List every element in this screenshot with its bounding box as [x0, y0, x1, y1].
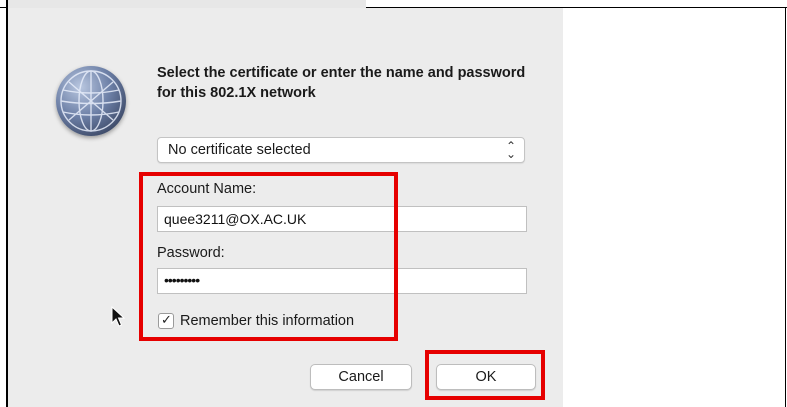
cancel-button[interactable]: Cancel [310, 364, 412, 390]
network-globe-icon [56, 66, 126, 136]
dialog-top-strip [8, 0, 366, 8]
updown-chevron-icon: ⌃ ⌄ [505, 139, 516, 161]
globe-lines-icon [60, 70, 122, 132]
certificate-select[interactable]: No certificate selected ⌃ ⌄ [157, 137, 525, 163]
mouse-pointer-icon [111, 305, 126, 333]
certificate-select-value: No certificate selected [168, 142, 311, 158]
dialog-prompt: Select the certificate or enter the name… [157, 65, 526, 101]
page-border-right [785, 7, 786, 407]
ok-highlight-box [425, 350, 545, 400]
credentials-highlight-box [139, 172, 398, 341]
